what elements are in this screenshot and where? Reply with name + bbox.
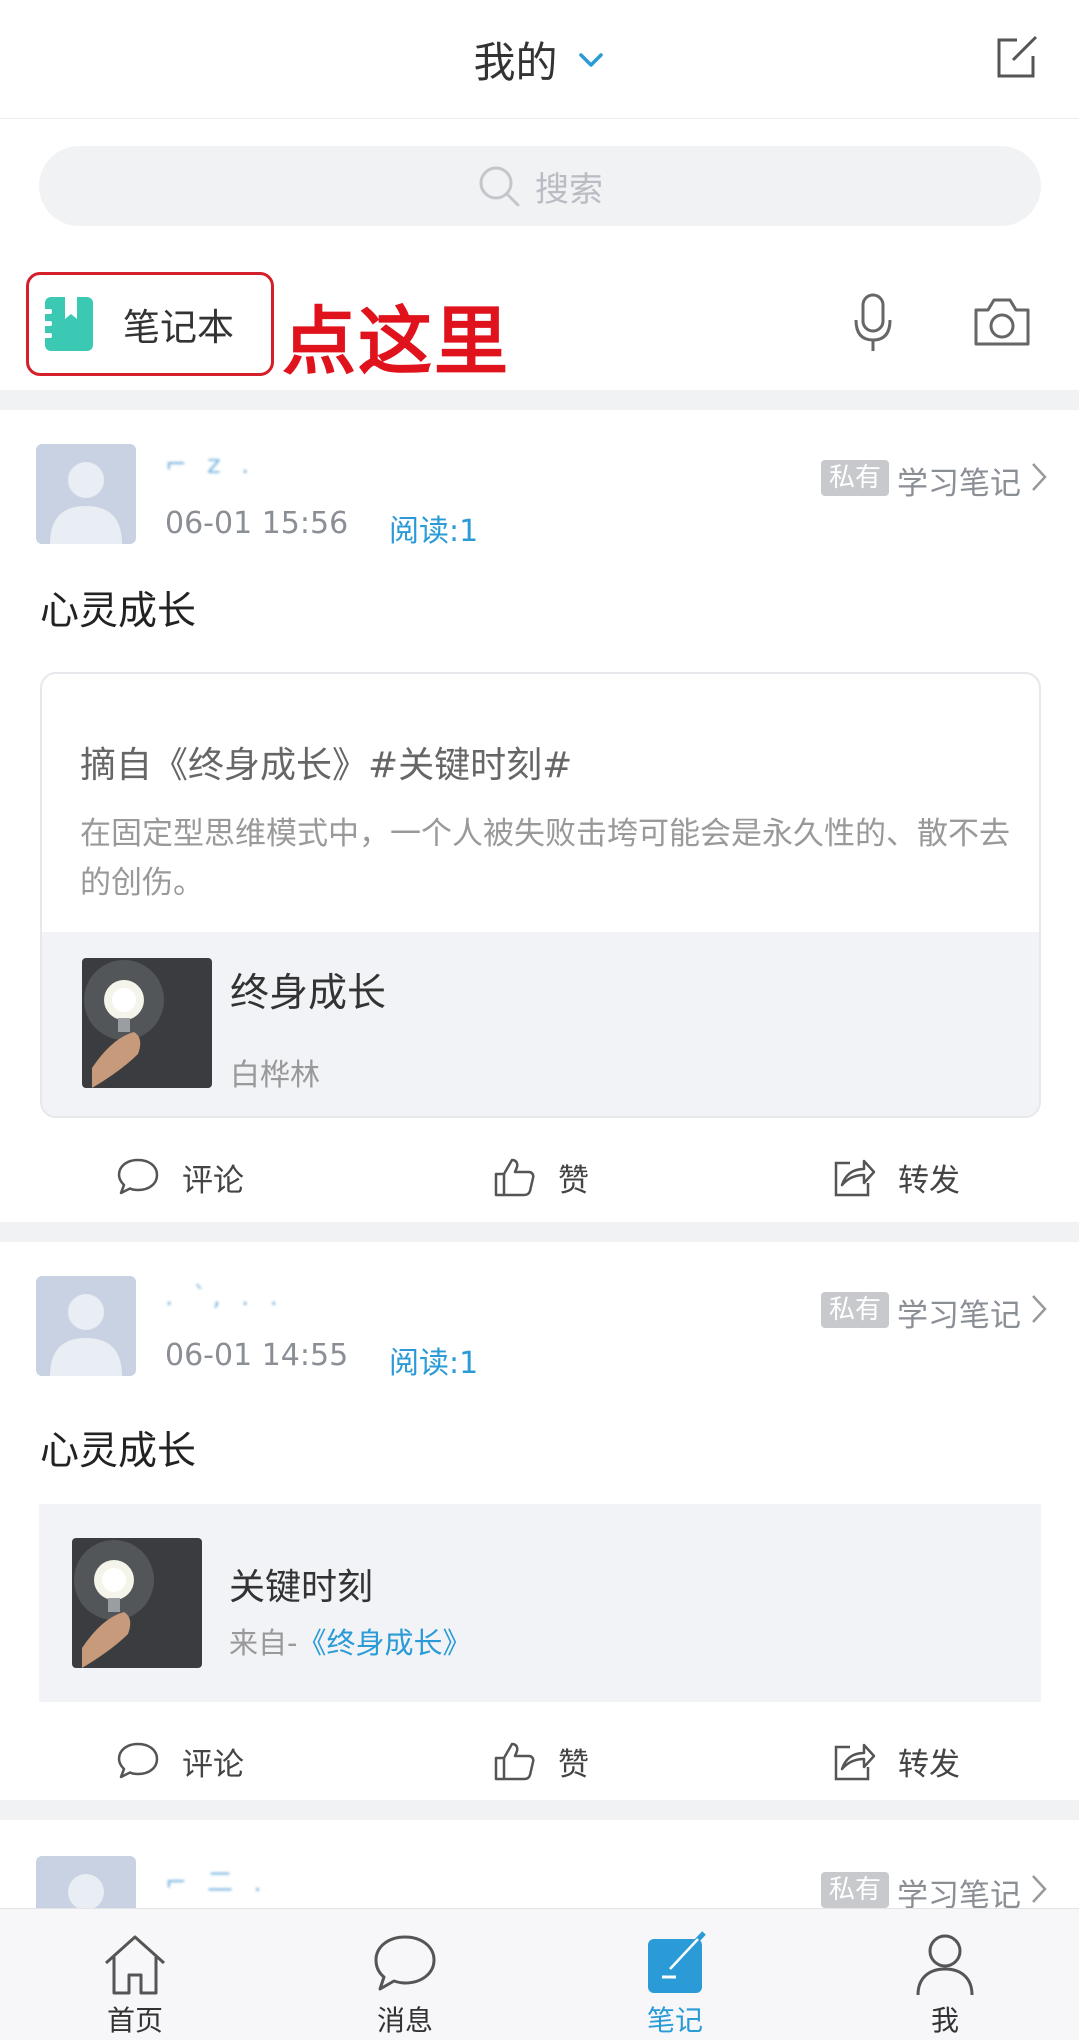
privacy-badge: 私有 xyxy=(821,1292,890,1328)
default-avatar-icon xyxy=(68,1874,104,1908)
share-button[interactable]: 转发 xyxy=(832,1716,960,1806)
tab-label: 消息 xyxy=(376,2004,433,2037)
page-title: 我的 xyxy=(473,38,558,87)
microphone-icon[interactable] xyxy=(848,292,898,354)
quote-source: 摘自《终身成长》#关键时刻# xyxy=(80,745,573,786)
home-icon xyxy=(104,1935,166,1995)
comment-icon xyxy=(117,1158,159,1195)
comment-button[interactable]: 评论 xyxy=(116,1716,244,1806)
privacy-badge: 私有 xyxy=(821,460,890,496)
tab-label: 首页 xyxy=(106,2004,163,2037)
book-cover xyxy=(82,958,212,1088)
read-count: 阅读:1 xyxy=(389,514,479,549)
notebook-category[interactable]: 学习笔记 xyxy=(897,458,1021,503)
book-title: 终身成长 xyxy=(230,971,387,1016)
note-card[interactable]: ⌐ 二 . 私有 学习笔记 xyxy=(0,1820,1079,1908)
share-button[interactable]: 转发 xyxy=(832,1132,960,1222)
tab-label: 我 xyxy=(930,2004,959,2037)
reference-block[interactable]: 关键时刻 来自-《终身成长》 xyxy=(39,1504,1041,1702)
note-title: 心灵成长 xyxy=(40,1429,197,1474)
search-placeholder: 搜索 xyxy=(535,169,603,210)
comment-label: 评论 xyxy=(182,1162,244,1199)
tab-messages[interactable]: 消息 xyxy=(325,1909,485,2040)
notebook-label: 笔记本 xyxy=(123,306,234,349)
tab-home[interactable]: 首页 xyxy=(55,1909,215,2040)
section-divider xyxy=(0,1800,1079,1820)
tab-profile[interactable]: 我 xyxy=(865,1909,1025,2040)
action-bar: 评论 赞 转发 xyxy=(0,1132,1079,1222)
quote-text: 在固定型思维模式中，一个人被失败击垮可能会是永久性的、散不去的创伤。 xyxy=(80,816,1010,901)
username[interactable]: ⌐ z . xyxy=(165,450,255,480)
chevron-right-icon xyxy=(1032,463,1047,491)
username[interactable]: . ˋ, . . xyxy=(165,1282,284,1312)
edit-icon[interactable] xyxy=(991,32,1041,82)
search-bar[interactable]: 搜索 xyxy=(39,146,1041,226)
note-icon xyxy=(648,1931,706,1993)
comment-icon xyxy=(117,1742,159,1779)
chevron-right-icon xyxy=(1032,1295,1047,1323)
notebook-button[interactable]: 笔记本 xyxy=(26,272,274,376)
share-label: 转发 xyxy=(898,1162,960,1199)
bottom-navigation: 首页 消息 笔记 我 xyxy=(0,1908,1079,2040)
thumbs-up-icon xyxy=(494,1742,535,1781)
tab-label: 笔记 xyxy=(646,2004,703,2037)
like-label: 赞 xyxy=(558,1746,589,1783)
reference-source: 来自-《终身成长》 xyxy=(229,1620,471,1662)
avatar[interactable] xyxy=(36,1276,136,1376)
avatar[interactable] xyxy=(36,444,136,544)
chapter-title: 关键时刻 xyxy=(229,1567,374,1608)
source-prefix: 来自- xyxy=(229,1626,298,1660)
post-time: 06-01 15:56 xyxy=(165,506,349,541)
share-icon xyxy=(834,1159,876,1197)
notebook-icon xyxy=(43,297,93,351)
search-icon xyxy=(479,166,520,207)
share-icon xyxy=(834,1743,876,1781)
like-label: 赞 xyxy=(558,1162,589,1199)
notebook-category[interactable]: 学习笔记 xyxy=(897,1870,1021,1908)
tab-notes[interactable]: 笔记 xyxy=(595,1909,755,2040)
comment-button[interactable]: 评论 xyxy=(116,1132,244,1222)
chevron-right-icon xyxy=(1032,1875,1047,1903)
hint-annotation: 点这里 xyxy=(282,299,510,385)
profile-icon xyxy=(916,1934,974,1996)
quote-block[interactable]: 摘自《终身成长》#关键时刻# 在固定型思维模式中，一个人被失败击垮可能会是永久性… xyxy=(40,672,1041,1118)
thumbs-up-icon xyxy=(494,1158,535,1197)
default-avatar-icon xyxy=(50,1294,122,1376)
like-button[interactable]: 赞 xyxy=(492,1132,589,1222)
source-book-link[interactable]: 《终身成长》 xyxy=(297,1626,471,1660)
notebook-toolbar: 笔记本 点这里 xyxy=(0,268,1079,388)
top-bar: 我的 xyxy=(0,0,1079,119)
username[interactable]: ⌐ 二 . xyxy=(165,1862,268,1899)
note-card[interactable]: ⌐ z . 06-01 15:56 阅读:1 私有 学习笔记 心灵成长 摘自《终… xyxy=(0,410,1079,1222)
book-link[interactable]: 终身成长 白桦林 xyxy=(42,932,1039,1116)
chevron-down-icon xyxy=(578,52,603,67)
share-label: 转发 xyxy=(898,1746,960,1783)
section-divider xyxy=(0,390,1079,410)
camera-icon[interactable] xyxy=(972,294,1032,350)
section-divider xyxy=(0,1222,1079,1242)
message-icon xyxy=(374,1935,436,1991)
book-author: 白桦林 xyxy=(230,1058,320,1093)
comment-label: 评论 xyxy=(182,1746,244,1783)
note-card[interactable]: . ˋ, . . 06-01 14:55 阅读:1 私有 学习笔记 心灵成长 关… xyxy=(0,1242,1079,1800)
action-bar: 评论 赞 转发 xyxy=(0,1716,1079,1806)
like-button[interactable]: 赞 xyxy=(492,1716,589,1806)
default-avatar-icon xyxy=(50,462,122,544)
avatar[interactable] xyxy=(36,1856,136,1908)
book-cover xyxy=(72,1538,202,1668)
note-title: 心灵成长 xyxy=(40,589,197,634)
page-title-dropdown[interactable]: 我的 xyxy=(0,0,1079,119)
post-time: 06-01 14:55 xyxy=(165,1338,349,1373)
read-count: 阅读:1 xyxy=(389,1346,479,1381)
notebook-category[interactable]: 学习笔记 xyxy=(897,1290,1021,1335)
privacy-badge: 私有 xyxy=(821,1872,890,1908)
